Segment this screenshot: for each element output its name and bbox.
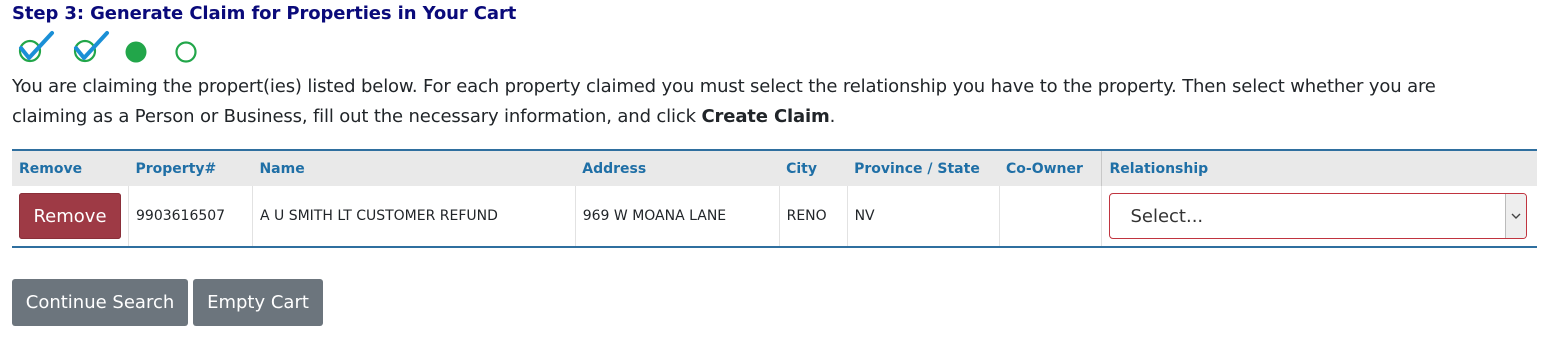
progress-step-4-pending-icon: [175, 30, 201, 66]
remove-button[interactable]: Remove: [19, 193, 121, 239]
header-city: City: [786, 160, 817, 177]
instructions-create-claim: Create Claim: [701, 106, 830, 127]
relationship-select[interactable]: Select...: [1109, 193, 1528, 239]
cell-co-owner: [998, 186, 1102, 247]
progress-step-3-current-icon: [125, 30, 151, 66]
claim-step-page: Step 3: Generate Claim for Properties in…: [0, 0, 1547, 339]
header-address: Address: [582, 160, 647, 177]
instructions-period: .: [829, 106, 836, 127]
header-name: Name: [259, 160, 305, 177]
progress-step-2-check-icon: [71, 30, 111, 66]
cell-city: RENO: [778, 186, 848, 247]
empty-cart-button[interactable]: Empty Cart: [193, 279, 323, 326]
progress-step-1-check-icon: [16, 30, 56, 66]
cart-table: Remove Property# Name Address City Provi…: [12, 149, 1537, 248]
table-row: Remove 9903616507 A U SMITH LT CUSTOMER …: [12, 186, 1537, 247]
header-property-number: Property#: [135, 160, 217, 177]
cell-remove: Remove: [12, 186, 129, 247]
continue-search-button[interactable]: Continue Search: [12, 279, 188, 326]
chevron-down-icon[interactable]: [1505, 194, 1527, 238]
cell-property-number: 9903616507: [128, 186, 253, 247]
cell-province-state: NV: [846, 186, 999, 247]
page-title: Step 3: Generate Claim for Properties in…: [12, 3, 517, 24]
header-province-state: Province / State: [854, 160, 980, 177]
cell-relationship: Select...: [1101, 186, 1537, 247]
progress-indicator: [12, 30, 232, 70]
table-header-row: Remove Property# Name Address City Provi…: [12, 150, 1537, 186]
cell-address: 969 W MOANA LANE: [574, 186, 780, 247]
relationship-select-value: Select...: [1130, 206, 1204, 227]
header-relationship: Relationship: [1101, 150, 1537, 186]
header-co-owner: Co-Owner: [1006, 160, 1083, 177]
instructions-text: You are claiming the propert(ies) listed…: [12, 72, 1512, 132]
cell-name: A U SMITH LT CUSTOMER REFUND: [251, 186, 576, 247]
header-remove: Remove: [19, 160, 83, 177]
